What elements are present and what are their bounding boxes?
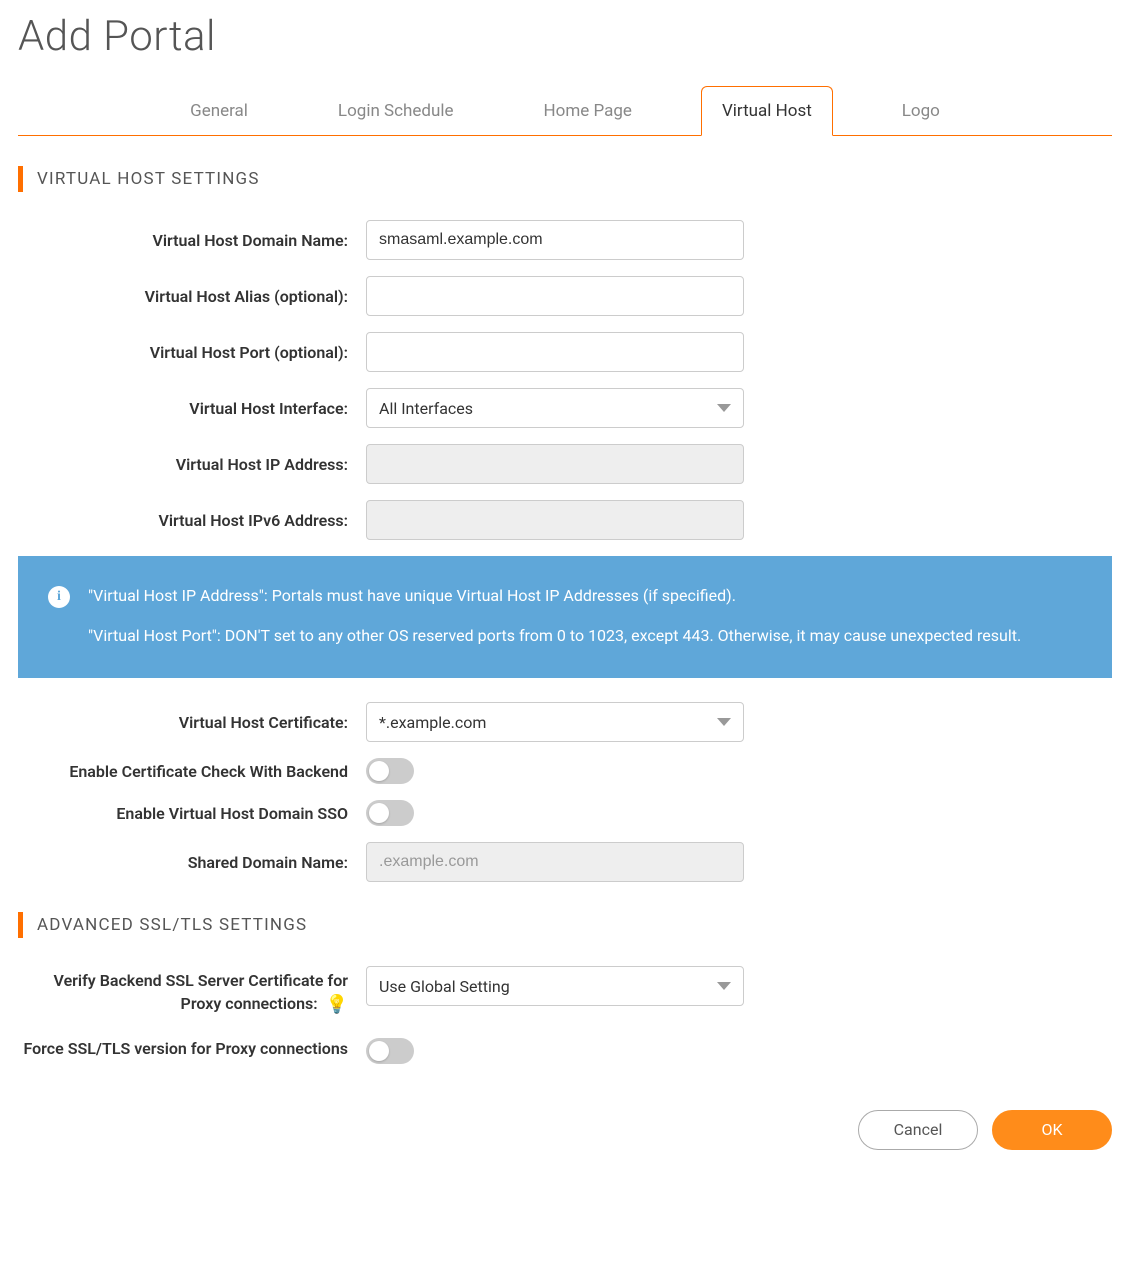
- toggle-domain-sso[interactable]: [366, 800, 414, 826]
- label-domain-sso: Enable Virtual Host Domain SSO: [18, 804, 366, 823]
- info-icon: i: [48, 586, 70, 608]
- toggle-knob: [369, 803, 389, 823]
- section-accent-bar: [18, 912, 23, 938]
- input-domain-name[interactable]: [366, 220, 744, 260]
- section-title-vhost: VIRTUAL HOST SETTINGS: [37, 169, 260, 189]
- ok-button[interactable]: OK: [992, 1110, 1112, 1150]
- input-port[interactable]: [366, 332, 744, 372]
- info-box: i "Virtual Host IP Address": Portals mus…: [18, 556, 1112, 678]
- info-line1: "Virtual Host IP Address": Portals must …: [88, 584, 1021, 608]
- toggle-knob: [369, 1041, 389, 1061]
- label-verify-backend-ssl: Verify Backend SSL Server Certificate fo…: [18, 966, 366, 1018]
- select-interface-value: All Interfaces: [379, 399, 473, 418]
- chevron-down-icon: [717, 404, 731, 412]
- lightbulb-hint-icon[interactable]: 💡: [326, 992, 348, 1017]
- toggle-force-ssl-version[interactable]: [366, 1038, 414, 1064]
- select-certificate[interactable]: *.example.com: [366, 702, 744, 742]
- input-ip: [366, 444, 744, 484]
- select-verify-backend-ssl[interactable]: Use Global Setting: [366, 966, 744, 1006]
- tabs: General Login Schedule Home Page Virtual…: [18, 85, 1112, 136]
- chevron-down-icon: [717, 982, 731, 990]
- label-verify-backend-ssl-text: Verify Backend SSL Server Certificate fo…: [54, 971, 348, 1013]
- tab-virtual-host[interactable]: Virtual Host: [701, 86, 833, 136]
- footer-buttons: Cancel OK: [18, 1110, 1112, 1150]
- toggle-knob: [369, 761, 389, 781]
- label-port: Virtual Host Port (optional):: [18, 343, 366, 362]
- label-ip: Virtual Host IP Address:: [18, 455, 366, 474]
- tab-login-schedule[interactable]: Login Schedule: [317, 86, 475, 136]
- label-shared-domain: Shared Domain Name:: [18, 853, 366, 872]
- toggle-cert-check-backend[interactable]: [366, 758, 414, 784]
- page-title: Add Portal: [18, 12, 1112, 61]
- chevron-down-icon: [717, 718, 731, 726]
- section-title-ssl: ADVANCED SSL/TLS SETTINGS: [37, 915, 307, 935]
- select-interface[interactable]: All Interfaces: [366, 388, 744, 428]
- tab-home-page[interactable]: Home Page: [523, 86, 653, 136]
- info-line2: "Virtual Host Port": DON'T set to any ot…: [88, 624, 1021, 648]
- label-ipv6: Virtual Host IPv6 Address:: [18, 511, 366, 530]
- input-ipv6: [366, 500, 744, 540]
- section-header-ssl: ADVANCED SSL/TLS SETTINGS: [18, 912, 1112, 938]
- select-certificate-value: *.example.com: [379, 713, 486, 732]
- cancel-button[interactable]: Cancel: [858, 1110, 978, 1150]
- section-header-vhost: VIRTUAL HOST SETTINGS: [18, 166, 1112, 192]
- select-verify-backend-ssl-value: Use Global Setting: [379, 977, 510, 996]
- section-accent-bar: [18, 166, 23, 192]
- label-alias: Virtual Host Alias (optional):: [18, 287, 366, 306]
- tab-general[interactable]: General: [169, 86, 269, 136]
- tab-logo[interactable]: Logo: [881, 86, 961, 136]
- label-force-ssl-version: Force SSL/TLS version for Proxy connecti…: [18, 1034, 366, 1060]
- label-cert-check-backend: Enable Certificate Check With Backend: [18, 762, 366, 781]
- input-shared-domain: [366, 842, 744, 882]
- input-alias[interactable]: [366, 276, 744, 316]
- label-certificate: Virtual Host Certificate:: [18, 713, 366, 732]
- label-domain-name: Virtual Host Domain Name:: [18, 231, 366, 250]
- label-interface: Virtual Host Interface:: [18, 399, 366, 418]
